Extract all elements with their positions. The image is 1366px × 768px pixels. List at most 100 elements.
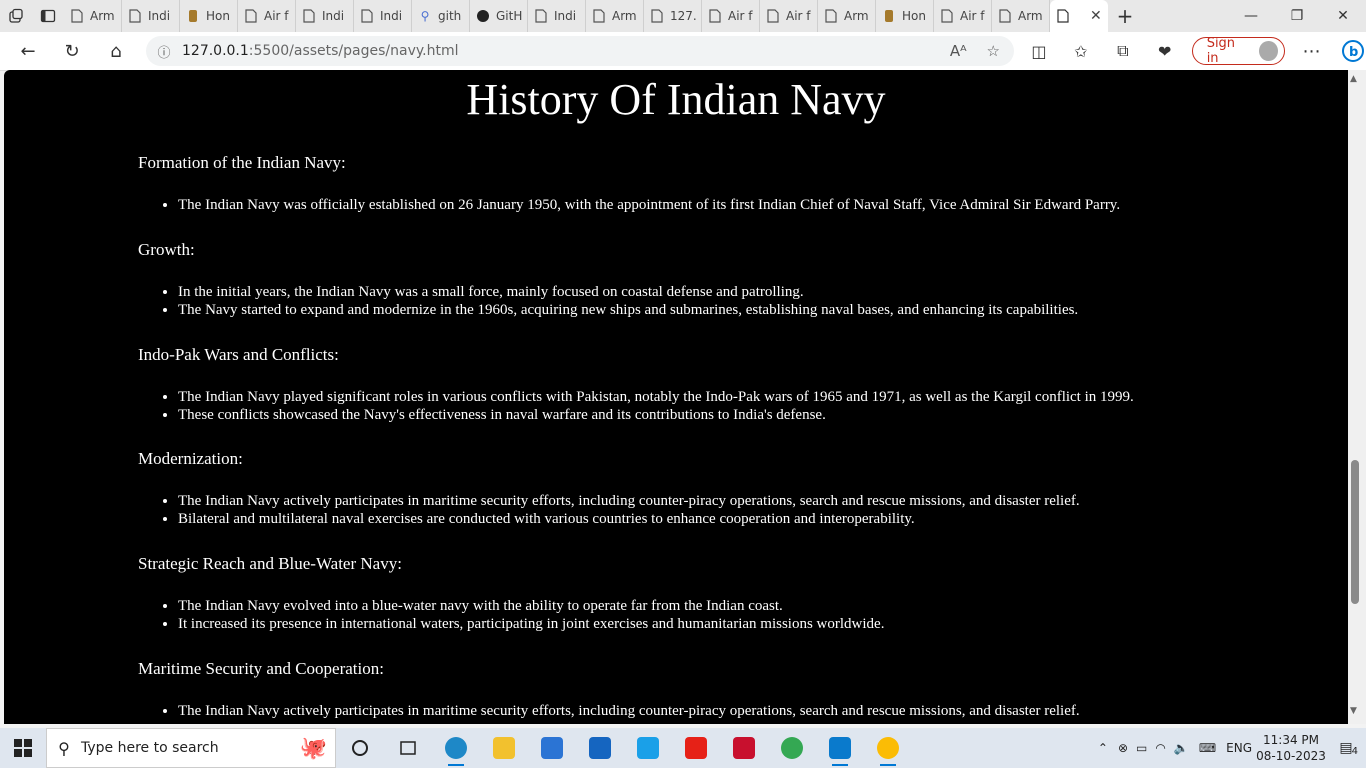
file-explorer-icon[interactable] (480, 728, 528, 768)
clock-date: 08-10-2023 (1256, 749, 1326, 763)
browser-tab[interactable]: Indi (122, 0, 180, 32)
l-app-icon[interactable] (624, 728, 672, 768)
tab-actions-icon[interactable] (32, 0, 64, 32)
restore-icon[interactable]: ❐ (1274, 0, 1320, 32)
page-icon (650, 9, 664, 23)
taskbar-search[interactable]: ⚲ Type here to search 🐙 (46, 728, 336, 768)
history-section: Strategic Reach and Blue-Water Navy: The … (138, 554, 1288, 633)
vscode-icon[interactable] (816, 728, 864, 768)
browser-toolbar: ← ↻ ⌂ ⓘ 127.0.0.1:5500/assets/pages/navy… (0, 32, 1366, 71)
more-menu-icon[interactable]: ⋯ (1291, 32, 1333, 70)
section-list: The Indian Navy actively participates in… (138, 492, 1288, 528)
browser-tab[interactable]: Arm (64, 0, 122, 32)
edge-icon[interactable] (432, 728, 480, 768)
chrome-profile-icon[interactable] (864, 728, 912, 768)
history-section: Modernization: The Indian Navy actively p… (138, 449, 1288, 528)
close-window-icon[interactable]: ✕ (1320, 0, 1366, 32)
address-bar[interactable]: ⓘ 127.0.0.1:5500/assets/pages/navy.html … (146, 36, 1014, 66)
chrome-icon[interactable] (768, 728, 816, 768)
browser-tab-label: Indi (322, 9, 345, 23)
browser-tab-label: Air f (728, 9, 753, 23)
scrollbar-thumb[interactable] (1351, 460, 1359, 604)
clock[interactable]: 11:34 PM 08-10-2023 (1256, 732, 1326, 764)
favorites-icon[interactable]: ✩ (1060, 32, 1102, 70)
tab-active[interactable]: ✕ (1050, 0, 1108, 32)
performance-icon[interactable]: ❤ (1144, 32, 1186, 70)
browser-tab[interactable]: Indi (354, 0, 412, 32)
mail-icon[interactable] (576, 728, 624, 768)
browser-tab[interactable]: ⚲ gith (412, 0, 470, 32)
section-heading: Formation of the Indian Navy: (138, 153, 346, 172)
network-alert-icon[interactable]: ⊗ (1118, 741, 1128, 755)
page-icon (1056, 9, 1070, 23)
section-list: The Indian Navy evolved into a blue-wate… (138, 597, 1288, 633)
windows-start-icon[interactable] (0, 728, 46, 768)
page-icon (128, 9, 142, 23)
section-heading: Strategic Reach and Blue-Water Navy: (138, 554, 402, 573)
scroll-down-icon[interactable]: ▼ (1350, 706, 1357, 716)
browser-tab-label: Arm (1018, 9, 1043, 23)
notifications-icon[interactable]: ▤ 4 (1326, 740, 1366, 757)
browser-tab[interactable]: Air f (238, 0, 296, 32)
browser-tab[interactable]: Air f (702, 0, 760, 32)
browser-tab[interactable]: Air f (760, 0, 818, 32)
list-item: Bilateral and multilateral naval exercis… (178, 510, 1288, 528)
browser-tab[interactable]: Arm (992, 0, 1050, 32)
favorite-star-icon[interactable]: ☆ (987, 42, 1000, 60)
scrollbar[interactable] (1348, 70, 1366, 724)
chevron-up-icon[interactable]: ⌃ (1098, 741, 1108, 755)
workspaces-icon[interactable] (0, 0, 32, 32)
volume-icon[interactable]: 🔈 (1174, 741, 1189, 755)
browser-tab[interactable]: Hon (876, 0, 934, 32)
read-aloud-icon[interactable]: A͏ᴬ (950, 42, 967, 60)
section-heading: Growth: (138, 240, 195, 259)
youtube-icon[interactable] (672, 728, 720, 768)
task-view-icon[interactable] (384, 728, 432, 768)
browser-tab[interactable]: Indi (296, 0, 354, 32)
wifi-icon[interactable]: ◠ (1155, 741, 1165, 755)
browser-tab[interactable]: Air f (934, 0, 992, 32)
site-info-icon[interactable]: ⓘ (146, 42, 182, 61)
svg-text:b: b (1349, 45, 1358, 60)
split-screen-icon[interactable]: ◫ (1018, 32, 1060, 70)
close-tab-icon[interactable]: ✕ (1090, 8, 1102, 24)
bing-copilot-icon[interactable]: b (1332, 32, 1366, 70)
browser-tab[interactable]: Hon (180, 0, 238, 32)
language-indicator[interactable]: ENG (1226, 741, 1252, 755)
browser-tab-label: Air f (960, 9, 985, 23)
browser-tab[interactable]: Arm (586, 0, 644, 32)
history-section: Growth: In the initial years, the Indian … (138, 240, 1288, 319)
browser-tab-label: Air f (264, 9, 289, 23)
browser-tab[interactable]: Indi (528, 0, 586, 32)
notification-count: 4 (1351, 746, 1358, 757)
back-icon[interactable]: ← (6, 32, 50, 70)
scroll-up-icon[interactable]: ▲ (1350, 74, 1357, 84)
tab-strip: Arm Indi Hon Air f Indi Indi ⚲ gith GitH Indi Arm 1… (0, 0, 1366, 32)
browser-tab-label: Arm (612, 9, 637, 23)
home-icon[interactable]: ⌂ (94, 32, 138, 70)
minimize-icon[interactable]: — (1228, 0, 1274, 32)
browser-tab-label: Arm (844, 9, 869, 23)
avatar (1258, 41, 1278, 61)
section-heading: Modernization: (138, 449, 243, 468)
browser-tab[interactable]: Arm (818, 0, 876, 32)
refresh-icon[interactable]: ↻ (50, 32, 94, 70)
store-icon[interactable] (528, 728, 576, 768)
tab-list: Arm Indi Hon Air f Indi Indi ⚲ gith GitH Indi Arm 1… (64, 0, 1050, 32)
browser-tab-label: Indi (148, 9, 171, 23)
list-item: The Indian Navy played significant roles… (178, 388, 1288, 406)
new-tab-button[interactable]: + (1108, 0, 1142, 32)
list-item: The Indian Navy actively participates in… (178, 492, 1288, 510)
sign-in-button[interactable]: Sign in (1191, 36, 1285, 66)
page-icon (708, 9, 722, 23)
browser-tab-label: Hon (902, 9, 926, 23)
browser-tab[interactable]: 127. (644, 0, 702, 32)
browser-tab-label: Indi (380, 9, 403, 23)
collections-icon[interactable]: ⧉ (1102, 32, 1144, 70)
cortana-icon[interactable] (336, 728, 384, 768)
search-placeholder: Type here to search (81, 740, 219, 756)
keyboard-icon[interactable]: ⌨ (1199, 741, 1216, 755)
browser-tab[interactable]: GitH (470, 0, 528, 32)
battery-icon[interactable]: ▭ (1136, 741, 1147, 755)
mcafee-icon[interactable] (720, 728, 768, 768)
